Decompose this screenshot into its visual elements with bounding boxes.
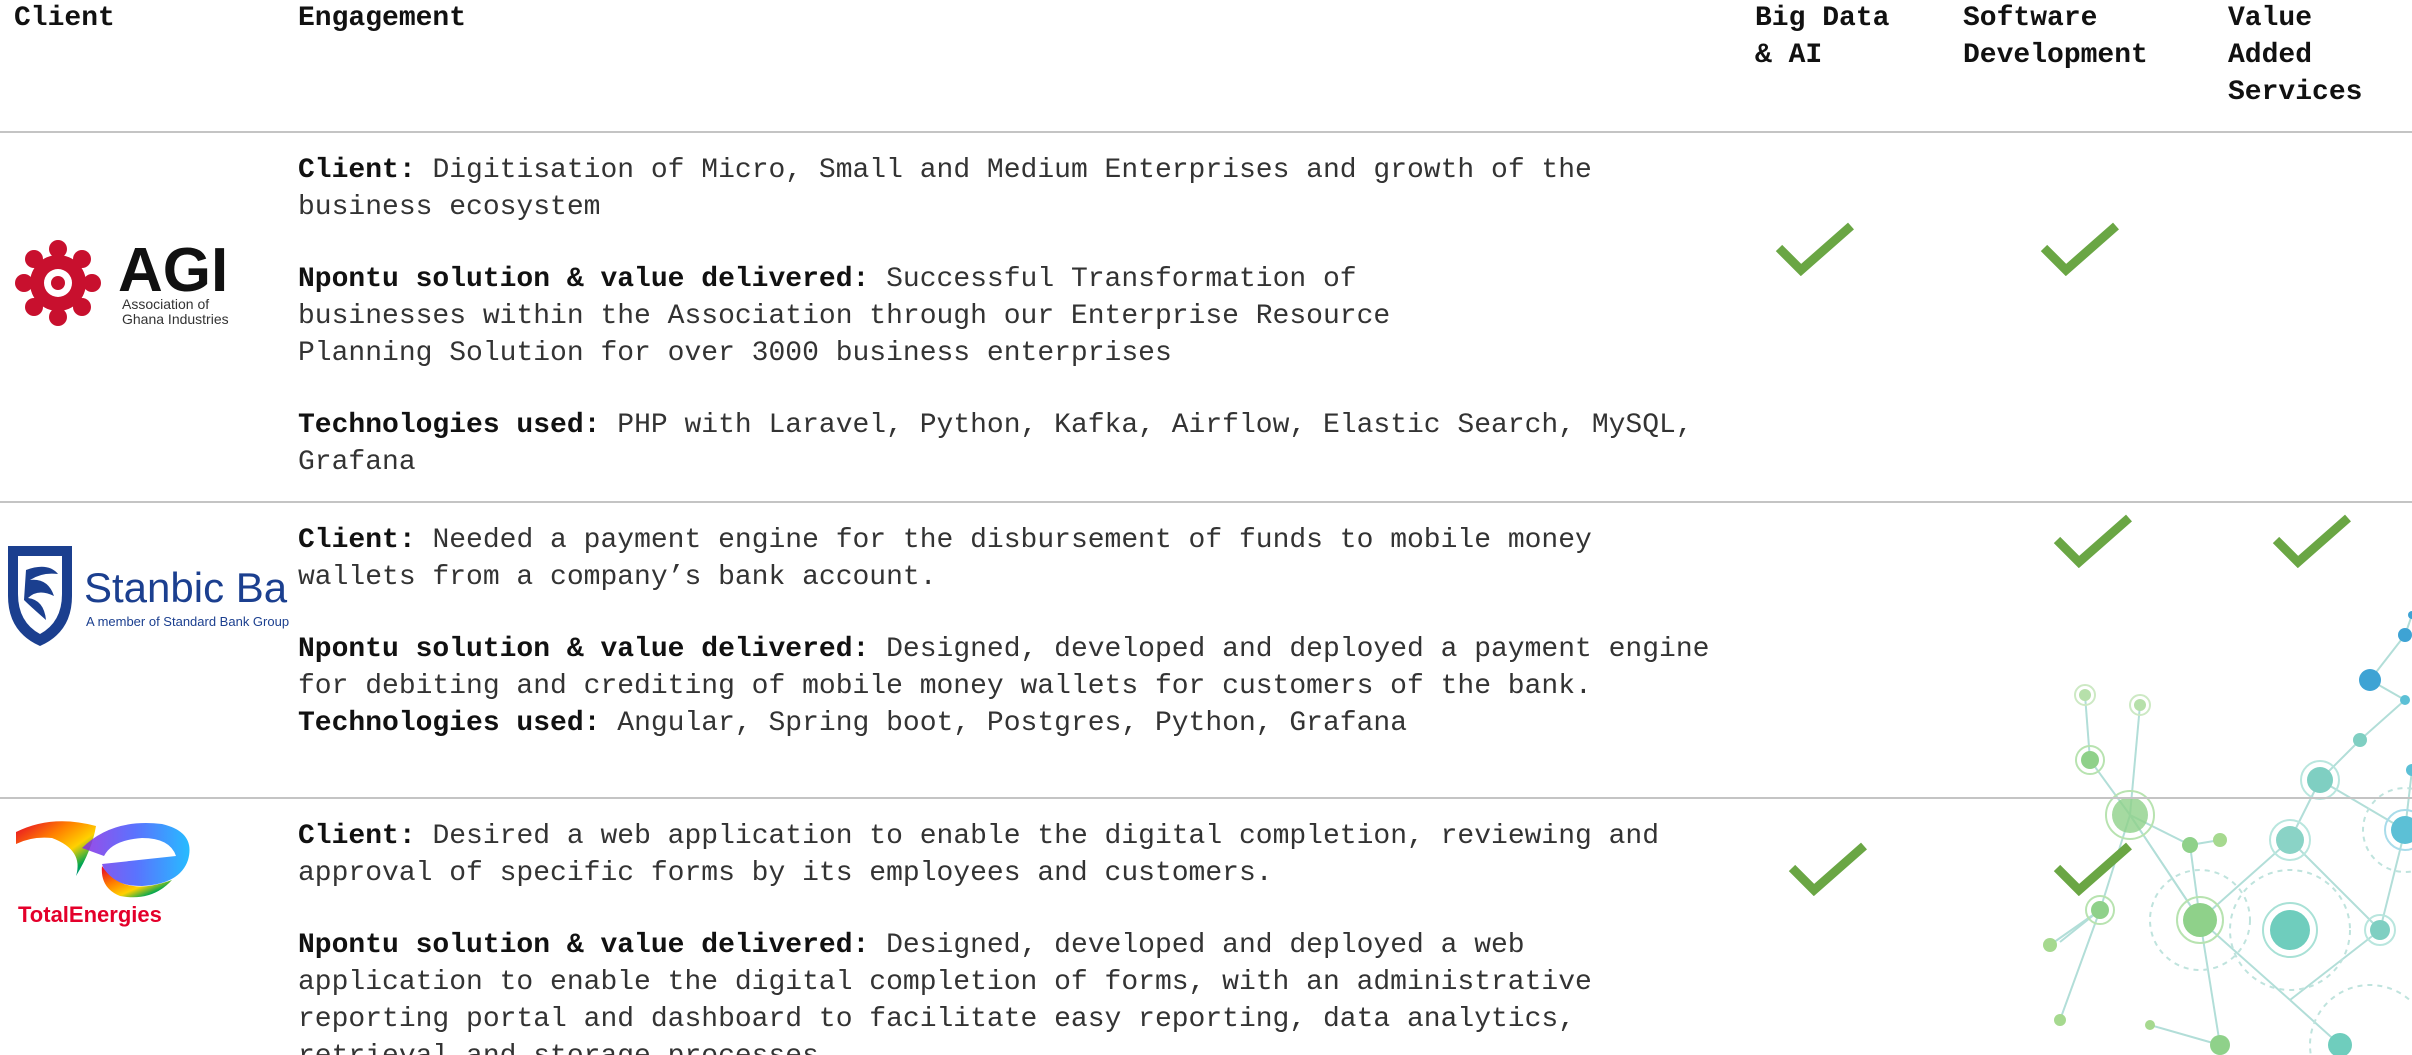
header-vas-line-3: Services bbox=[2228, 77, 2363, 108]
engagement-table: Client Engagement Big Data & AI Software… bbox=[0, 0, 2412, 1055]
stanbic-wordmark: Stanbic Bank bbox=[84, 564, 290, 611]
header-vas-line-2: Added bbox=[2228, 40, 2313, 71]
stanbic-subtitle: A member of Standard Bank Group bbox=[86, 614, 289, 629]
check-icon-agi-big-data bbox=[1775, 220, 1855, 276]
agi-subtitle-line-2: Ghana Industries bbox=[122, 311, 229, 327]
technologies-label: Technologies used: bbox=[298, 410, 601, 441]
client-paragraph: Client: Needed a payment engine for the … bbox=[298, 522, 1718, 596]
network-graphic-decoration bbox=[2043, 611, 2412, 1055]
stanbic-shield-icon: Stanbic Bank A member of Standard Bank G… bbox=[8, 546, 332, 646]
solution-paragraph: Npontu solution & value delivered: Desig… bbox=[298, 927, 1718, 1055]
header-software-line-1: Software bbox=[1963, 3, 2098, 34]
check-icon-stanbic-software bbox=[2053, 512, 2133, 568]
client-text: Needed a payment engine for the disburse… bbox=[298, 525, 1592, 593]
totalenergies-swirl-icon: TotalEnergies bbox=[16, 821, 190, 927]
check-icon-totalenergies-big-data bbox=[1788, 840, 1868, 896]
agi-subtitle-line-1: Association of bbox=[122, 296, 209, 312]
row-divider-2 bbox=[0, 797, 2412, 799]
header-big-data-line-2: & AI bbox=[1755, 40, 1823, 71]
check-icon-totalenergies-software bbox=[2053, 840, 2133, 896]
technologies-text: Angular, Spring boot, Postgres, Python, … bbox=[617, 708, 1407, 739]
client-text: Digitisation of Micro, Small and Medium … bbox=[298, 155, 1592, 223]
header-vas-line-1: Value bbox=[2228, 3, 2313, 34]
check-icon-agi-software bbox=[2040, 220, 2120, 276]
solution-paragraph: Npontu solution & value delivered: Succe… bbox=[298, 261, 1538, 372]
client-label: Client: bbox=[298, 525, 416, 556]
row-divider-1 bbox=[0, 501, 2412, 503]
stanbic-bank-logo: Stanbic Bank A member of Standard Bank G… bbox=[0, 540, 332, 650]
technologies-paragraph: Technologies used: PHP with Laravel, Pyt… bbox=[298, 407, 1718, 481]
check-icon-stanbic-vas bbox=[2272, 512, 2352, 568]
solution-label: Npontu solution & value delivered: bbox=[298, 264, 870, 295]
totalenergies-wordmark: TotalEnergies bbox=[18, 902, 162, 927]
header-value-added-services: Value Added Services bbox=[2228, 0, 2362, 111]
totalenergies-logo: TotalEnergies bbox=[12, 810, 202, 930]
header-big-data-ai: Big Data & AI bbox=[1755, 0, 1889, 74]
solution-paragraph: Npontu solution & value delivered: Desig… bbox=[298, 631, 1718, 705]
header-software-line-2: Development bbox=[1963, 40, 2148, 71]
client-paragraph: Client: Desired a web application to ena… bbox=[298, 818, 1718, 892]
technologies-label: Technologies used: bbox=[298, 708, 601, 739]
engagement-cell-agi: Client: Digitisation of Micro, Small and… bbox=[298, 152, 1718, 481]
client-label: Client: bbox=[298, 155, 416, 186]
header-divider bbox=[0, 131, 2412, 133]
engagement-cell-stanbic: Client: Needed a payment engine for the … bbox=[298, 522, 1718, 742]
agi-cog-icon: AGI Association of Ghana Industries bbox=[15, 236, 229, 327]
technologies-paragraph: Technologies used: Angular, Spring boot,… bbox=[298, 705, 1718, 742]
solution-label: Npontu solution & value delivered: bbox=[298, 930, 870, 961]
header-client: Client bbox=[14, 3, 115, 34]
client-paragraph: Client: Digitisation of Micro, Small and… bbox=[298, 152, 1718, 226]
engagement-cell-totalenergies: Client: Desired a web application to ena… bbox=[298, 818, 1718, 1055]
solution-label: Npontu solution & value delivered: bbox=[298, 634, 870, 665]
agi-logo: AGI Association of Ghana Industries bbox=[14, 235, 254, 335]
client-label: Client: bbox=[298, 821, 416, 852]
client-text: Desired a web application to enable the … bbox=[298, 821, 1660, 889]
header-software-development: Software Development bbox=[1963, 0, 2148, 74]
header-big-data-line-1: Big Data bbox=[1755, 3, 1890, 34]
header-engagement: Engagement bbox=[298, 3, 467, 34]
agi-wordmark: AGI bbox=[118, 236, 228, 305]
